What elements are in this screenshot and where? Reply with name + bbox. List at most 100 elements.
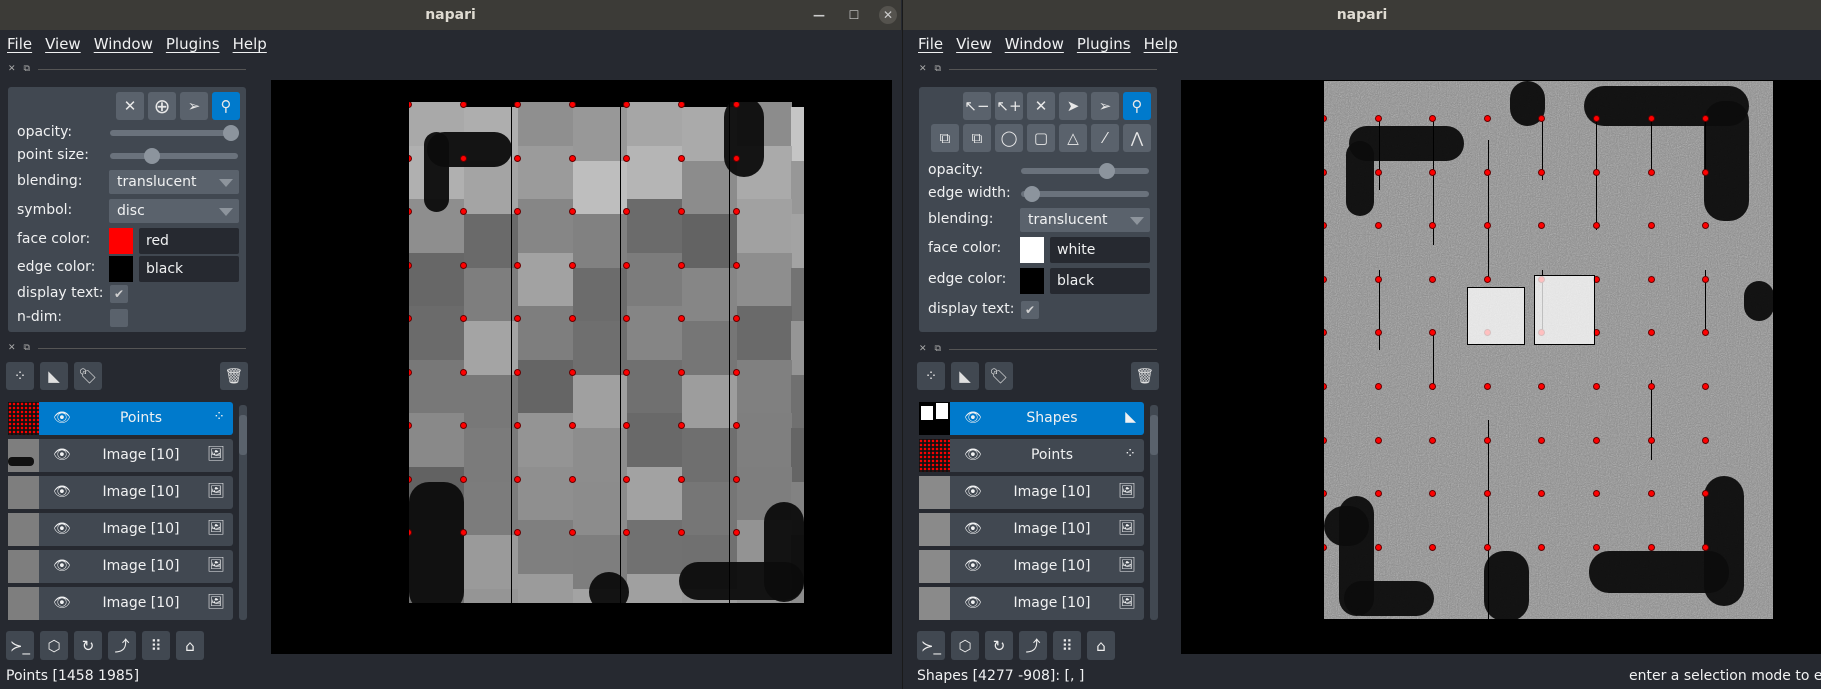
- layer-row-image[interactable]: 👁 Image [10] 🖼: [8, 550, 233, 583]
- dock-close-icon[interactable]: ✕: [8, 64, 16, 74]
- opacity-slider[interactable]: [1021, 163, 1149, 179]
- layer-row-body[interactable]: 👁 Shapes ◣: [950, 402, 1144, 435]
- point-marker[interactable]: [623, 154, 631, 162]
- point-marker[interactable]: [1538, 168, 1546, 176]
- display-text-checkbox[interactable]: ✔: [110, 285, 128, 303]
- layer-row-body[interactable]: 👁 Image [10] 🖼: [39, 587, 233, 620]
- point-marker[interactable]: [623, 368, 631, 376]
- menu-file[interactable]: File: [7, 35, 32, 53]
- maximize-button[interactable]: ☐: [845, 6, 863, 24]
- add-ellipse-button[interactable]: ◯: [995, 124, 1023, 152]
- layer-row-image[interactable]: 👁 Image [10] 🖼: [919, 513, 1144, 546]
- point-marker[interactable]: [514, 261, 522, 269]
- point-marker[interactable]: [514, 154, 522, 162]
- add-rectangle-button[interactable]: ▢: [1027, 124, 1055, 152]
- point-marker[interactable]: [678, 208, 685, 215]
- scrollbar-thumb[interactable]: [239, 415, 247, 455]
- layer-row-body[interactable]: 👁 Image [10] 🖼: [950, 476, 1144, 509]
- visibility-eye-icon[interactable]: 👁: [53, 447, 71, 463]
- transpose-dims-button[interactable]: ⤴: [1019, 631, 1047, 660]
- point-marker[interactable]: [732, 422, 740, 429]
- point-marker[interactable]: [1647, 436, 1655, 444]
- point-marker[interactable]: [623, 475, 631, 483]
- layer-list-scrollbar[interactable]: [239, 405, 247, 620]
- point-marker[interactable]: [1702, 168, 1710, 176]
- point-marker[interactable]: [1483, 222, 1491, 230]
- console-button[interactable]: ≻_: [917, 631, 945, 660]
- point-marker[interactable]: [459, 208, 467, 215]
- point-marker[interactable]: [459, 102, 467, 108]
- point-marker[interactable]: [1593, 383, 1600, 390]
- layer-row-body[interactable]: 👁 Image [10] 🖼: [39, 550, 233, 583]
- grid-view-button[interactable]: ⠿: [142, 631, 170, 660]
- opacity-slider-handle[interactable]: [1099, 163, 1115, 179]
- point-marker[interactable]: [1647, 383, 1655, 390]
- layer-row-image[interactable]: 👁 Image [10] 🖼: [919, 550, 1144, 583]
- point-marker[interactable]: [678, 154, 685, 162]
- viewer-canvas[interactable]: [271, 80, 892, 654]
- point-marker[interactable]: [1647, 329, 1655, 337]
- layer-list-scrollbar[interactable]: [1150, 405, 1158, 620]
- point-marker[interactable]: [678, 368, 685, 376]
- menu-view[interactable]: View: [956, 35, 992, 53]
- point-marker[interactable]: [1374, 329, 1382, 337]
- dock-float-icon[interactable]: ⧉: [935, 64, 941, 74]
- delete-selected-points-button[interactable]: ✕: [116, 92, 144, 120]
- visibility-eye-icon[interactable]: 👁: [53, 558, 71, 574]
- menu-plugins[interactable]: Plugins: [166, 35, 220, 53]
- ndim-checkbox[interactable]: [110, 309, 128, 327]
- point-marker[interactable]: [1374, 543, 1382, 551]
- point-marker[interactable]: [1647, 115, 1655, 122]
- point-marker[interactable]: [1374, 490, 1382, 498]
- point-marker[interactable]: [1483, 383, 1491, 390]
- point-marker[interactable]: [1374, 168, 1382, 176]
- menu-file[interactable]: File: [918, 35, 943, 53]
- point-marker[interactable]: [459, 422, 467, 429]
- point-size-slider-handle[interactable]: [144, 148, 160, 164]
- dock-float-icon[interactable]: ⧉: [24, 343, 30, 353]
- new-labels-layer-button[interactable]: 🏷: [985, 362, 1013, 390]
- point-marker[interactable]: [678, 315, 685, 322]
- move-back-button[interactable]: ⧉: [931, 124, 959, 152]
- new-labels-layer-button[interactable]: 🏷: [74, 362, 102, 390]
- point-marker[interactable]: [678, 529, 685, 536]
- layer-row-body[interactable]: 👁 Points ⁘: [39, 402, 233, 435]
- blending-dropdown[interactable]: translucent: [1020, 208, 1150, 232]
- menu-plugins[interactable]: Plugins: [1077, 35, 1131, 53]
- menu-help[interactable]: Help: [233, 35, 267, 53]
- point-marker[interactable]: [732, 154, 740, 162]
- point-marker[interactable]: [514, 475, 522, 483]
- layer-row-body[interactable]: 👁 Image [10] 🖼: [950, 550, 1144, 583]
- layer-row-image[interactable]: 👁 Image [10] 🖼: [8, 587, 233, 620]
- point-marker[interactable]: [1593, 543, 1600, 551]
- point-marker[interactable]: [1429, 168, 1437, 176]
- point-marker[interactable]: [1647, 168, 1655, 176]
- point-marker[interactable]: [568, 368, 576, 376]
- dock-float-icon[interactable]: ⧉: [935, 344, 941, 354]
- new-points-layer-button[interactable]: ⁘: [6, 362, 34, 390]
- layer-row-image[interactable]: 👁 Image [10] 🖼: [919, 587, 1144, 620]
- point-marker[interactable]: [1483, 115, 1491, 122]
- point-marker[interactable]: [1374, 222, 1382, 230]
- opacity-slider[interactable]: [110, 125, 239, 141]
- layer-row-body[interactable]: 👁 Image [10] 🖼: [39, 439, 233, 472]
- close-button[interactable]: ✕: [879, 6, 897, 24]
- visibility-eye-icon[interactable]: 👁: [964, 558, 982, 574]
- point-marker[interactable]: [732, 475, 740, 483]
- point-marker[interactable]: [732, 315, 740, 322]
- visibility-eye-icon[interactable]: 👁: [53, 410, 71, 426]
- point-marker[interactable]: [1483, 436, 1491, 444]
- select-points-button[interactable]: ➢: [180, 92, 208, 120]
- roll-dims-button[interactable]: ↻: [985, 631, 1013, 660]
- edge-width-slider[interactable]: [1021, 186, 1149, 202]
- visibility-eye-icon[interactable]: 👁: [53, 595, 71, 611]
- delete-layer-button[interactable]: 🗑: [220, 362, 248, 390]
- add-points-button[interactable]: ⊕: [148, 92, 176, 120]
- face-color-field[interactable]: white: [1050, 237, 1150, 263]
- layer-row-image[interactable]: 👁 Image [10] 🖼: [919, 476, 1144, 509]
- point-marker[interactable]: [459, 154, 467, 162]
- layer-row-body[interactable]: 👁 Image [10] 🖼: [39, 513, 233, 546]
- display-text-checkbox[interactable]: ✔: [1021, 301, 1039, 319]
- shape-rectangle[interactable]: [1534, 275, 1595, 345]
- home-button[interactable]: ⌂: [176, 631, 204, 660]
